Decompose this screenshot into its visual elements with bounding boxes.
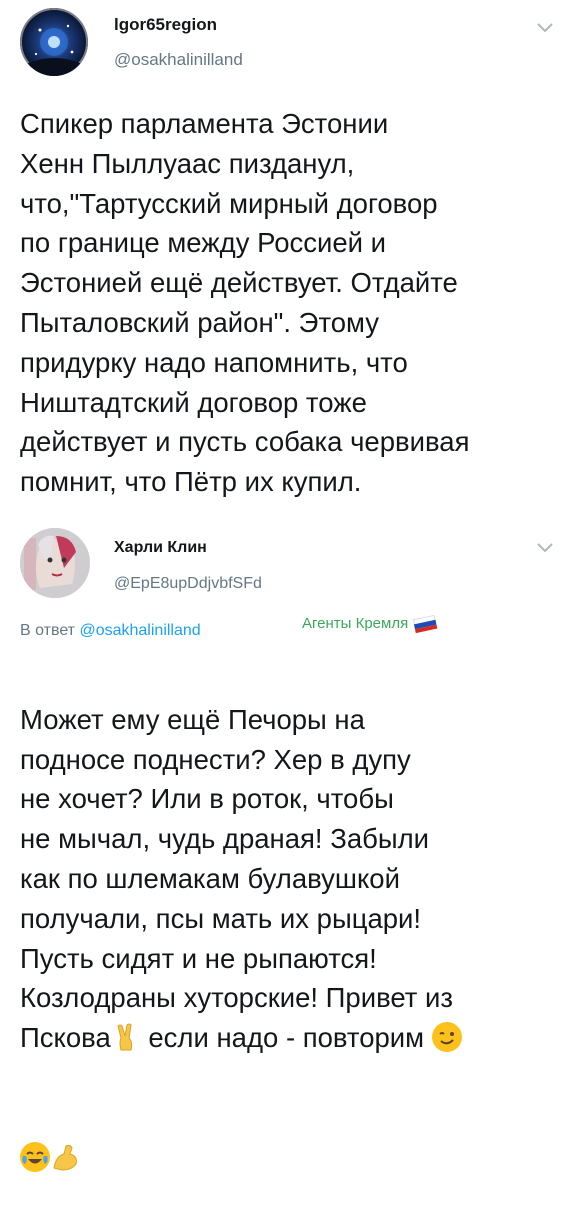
tag-text: Агенты Кремля [302,615,409,632]
tears-of-joy-icon [20,1141,50,1172]
victory-hand-icon [111,1022,141,1052]
harley-avatar-icon[interactable] [20,528,90,598]
tweet-text: Спикер парламента Эстонии Хенн Пыллуаас … [20,108,470,498]
chevron-down-icon[interactable] [536,542,554,554]
reply-prefix: В ответ [20,622,76,639]
russia-flag-icon [413,614,438,634]
tweet[interactable]: Харли Клин @EpE8upDdjvbfSFd В ответ @osa… [0,520,574,1172]
tweet-text-part: если надо - повторим [140,1022,425,1054]
emoji-row [20,1098,560,1178]
tweet-text-last-line: Пскова если надо - повторим [20,1018,560,1058]
tweet-text-main: Может ему ещё Печоры на подносе поднести… [20,703,453,1014]
tweet-text: Может ему ещё Печоры на подносе поднести… [20,660,560,1217]
tweet-text-part: Пскова [20,1022,111,1054]
reply-context: В ответ @osakhalinilland [20,622,201,640]
author-name[interactable]: lgor65region [114,15,217,35]
author-handle[interactable]: @EpE8upDdjvbfSFd [114,575,262,593]
tag-label: Агенты Кремля [302,614,438,634]
reply-to-link[interactable]: @osakhalinilland [79,622,200,639]
night-sky-avatar-icon[interactable] [20,8,88,76]
tweet[interactable]: lgor65region @osakhalinilland Спикер пар… [0,0,574,520]
chevron-down-icon[interactable] [536,22,554,34]
author-handle[interactable]: @osakhalinilland [114,50,243,70]
author-name[interactable]: Харли Клин [114,539,207,557]
winking-face-icon [431,1022,462,1053]
flexed-biceps-icon [50,1142,80,1172]
